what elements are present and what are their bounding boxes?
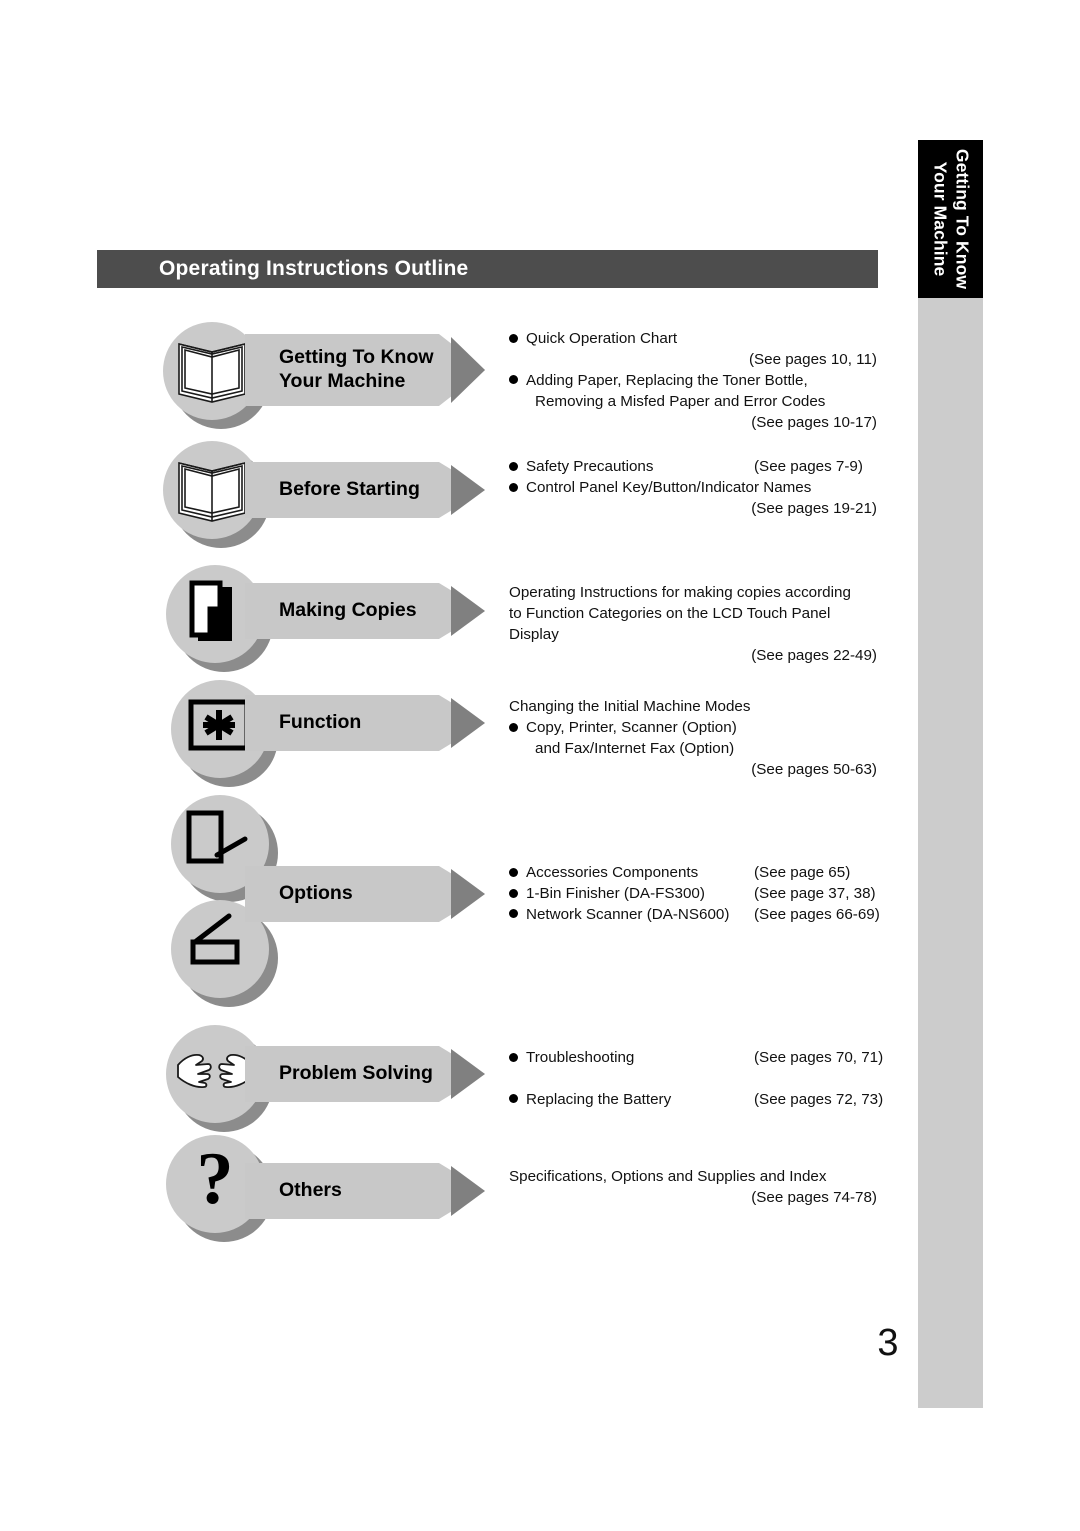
- description-text: Changing the Initial Machine Modes: [509, 698, 751, 715]
- description-text: Replacing the Battery: [526, 1090, 672, 1108]
- description-line: Control Panel Key/Button/Indicator Names: [509, 478, 877, 499]
- description-line: Changing the Initial Machine Modes: [509, 697, 877, 718]
- description-text: Safety Precautions: [526, 458, 654, 475]
- description-line: and Fax/Internet Fax (Option): [509, 739, 877, 760]
- description-line: Network Scanner (DA-NS600) (See pages 66-…: [509, 905, 880, 926]
- description-text: 1-Bin Finisher (DA-FS300): [526, 884, 705, 902]
- description-line: (See pages 19-21): [509, 499, 877, 520]
- bullet-icon: [509, 888, 518, 898]
- section-banner-function[interactable]: Function: [245, 695, 485, 751]
- section-label: Others: [279, 1179, 342, 1202]
- section-description-making-copies: Operating Instructions for making copies…: [509, 583, 877, 667]
- bullet-icon: [509, 461, 518, 471]
- section-description-options: Accessories Components (See page 65) 1-Bin…: [509, 863, 880, 926]
- section-banner-making-copies[interactable]: Making Copies: [245, 583, 485, 639]
- banner-arrow-icon: [451, 1163, 485, 1219]
- description-text: Troubleshooting: [526, 1049, 635, 1066]
- section-description-function: Changing the Initial Machine Modes Copy, …: [509, 697, 877, 781]
- banner-arrow-icon: [451, 462, 485, 518]
- description-line: Display: [509, 625, 877, 646]
- bullet-icon: [509, 867, 518, 877]
- description-line: Replacing the Battery (See pages 72, 73): [509, 1090, 883, 1111]
- banner-arrow-icon: [451, 1046, 485, 1102]
- section-banner-getting-to-know[interactable]: Getting To Know Your Machine: [245, 334, 485, 406]
- section-tab-line1: Getting To Know: [951, 148, 972, 290]
- document-page: Getting To Know Your Machine Operating I…: [0, 0, 1080, 1531]
- page-reference: (See pages 7-9): [754, 458, 863, 475]
- description-line: 1-Bin Finisher (DA-FS300) (See page 37, 3…: [509, 884, 877, 905]
- bullet-icon: [509, 722, 518, 732]
- description-line: (See pages 10-17): [509, 413, 877, 434]
- section-description-getting-to-know: Quick Operation Chart (See pages 10, 11) A…: [509, 329, 877, 434]
- description-line: Adding Paper, Replacing the Toner Bottle…: [509, 371, 877, 392]
- section-tab-line2: Your Machine: [929, 161, 950, 277]
- page-reference: (See pages 10-17): [751, 413, 877, 431]
- description-line: Quick Operation Chart: [509, 329, 877, 350]
- description-line: (See pages 22-49): [509, 646, 877, 667]
- section-label: Problem Solving: [279, 1062, 433, 1085]
- section-label: Function: [279, 711, 362, 734]
- page-reference: (See pages 19-21): [751, 499, 877, 517]
- description-text: Control Panel Key/Button/Indicator Names: [526, 478, 812, 496]
- section-label: Options: [279, 882, 353, 905]
- bullet-icon: [509, 482, 518, 492]
- description-line: Copy, Printer, Scanner (Option): [509, 718, 877, 739]
- description-text: Accessories Components: [526, 864, 699, 881]
- section-banner-problem-solving[interactable]: Problem Solving: [245, 1046, 485, 1102]
- page-reference: (See pages 70, 71): [754, 1049, 884, 1066]
- section-banner-before-starting[interactable]: Before Starting: [245, 462, 485, 518]
- section-description-problem-solving: Troubleshooting (See pages 70, 71) Replac…: [509, 1048, 883, 1111]
- banner-arrow-icon: [451, 695, 485, 751]
- page-reference: (See pages 22-49): [751, 646, 877, 664]
- banner-arrow-icon: [451, 334, 485, 406]
- description-line: [509, 1069, 877, 1090]
- section-edge-strip: [918, 298, 983, 1408]
- section-label: Getting To Know Your Machine: [279, 346, 434, 392]
- svg-text:?: ?: [197, 1138, 234, 1220]
- section-label: Before Starting: [279, 478, 420, 501]
- description-line: (See pages 50-63): [509, 760, 877, 781]
- description-text: and Fax/Internet Fax (Option): [535, 739, 735, 757]
- bullet-icon: [509, 333, 518, 343]
- description-line: Troubleshooting (See pages 70, 71): [509, 1048, 883, 1069]
- page-reference: (See pages 72, 73): [754, 1090, 884, 1108]
- banner-arrow-icon: [451, 583, 485, 639]
- section-tab-label: Getting To Know Your Machine: [928, 149, 973, 289]
- description-text: Removing a Misfed Paper and Error Codes: [535, 392, 826, 410]
- page-reference: (See pages 50-63): [751, 760, 877, 778]
- page-reference: (See page 37, 38): [754, 884, 876, 902]
- banner-arrow-icon: [451, 866, 485, 922]
- description-text: Operating Instructions for making copies…: [509, 584, 851, 601]
- description-line: to Function Categories on the LCD Touch …: [509, 604, 877, 625]
- description-text: Quick Operation Chart: [526, 330, 678, 347]
- page-reference: (See pages 10, 11): [748, 350, 877, 368]
- description-text: Specifications, Options and Supplies and…: [509, 1168, 827, 1185]
- section-label: Making Copies: [279, 599, 417, 622]
- description-line: (See pages 74-78): [509, 1188, 877, 1209]
- section-tab-getting-to-know: Getting To Know Your Machine: [918, 140, 983, 298]
- description-text: Network Scanner (DA-NS600): [526, 905, 730, 923]
- page-title: Operating Instructions Outline: [159, 257, 469, 280]
- section-description-before-starting: Safety Precautions (See pages 7-9) Control…: [509, 457, 877, 520]
- page-reference: (See page 65): [754, 864, 851, 881]
- page-number: 3: [877, 1322, 899, 1364]
- description-line: Accessories Components (See page 65): [509, 863, 877, 884]
- description-text: to Function Categories on the LCD Touch …: [509, 604, 831, 622]
- section-banner-options[interactable]: Options: [245, 866, 485, 922]
- page-reference: (See pages 74-78): [751, 1188, 877, 1206]
- page-header-band: Operating Instructions Outline: [97, 250, 878, 288]
- description-line: Removing a Misfed Paper and Error Codes: [509, 392, 877, 413]
- description-line: Safety Precautions (See pages 7-9): [509, 457, 877, 478]
- bullet-icon: [509, 1052, 518, 1062]
- description-text: Copy, Printer, Scanner (Option): [526, 718, 737, 736]
- description-line: (See pages 10, 11): [509, 350, 877, 371]
- description-line: Operating Instructions for making copies…: [509, 583, 877, 604]
- section-banner-others[interactable]: Others: [245, 1163, 485, 1219]
- description-text: Adding Paper, Replacing the Toner Bottle…: [526, 371, 808, 389]
- description-line: Specifications, Options and Supplies and…: [509, 1167, 877, 1188]
- page-reference: (See pages 66-69): [754, 905, 880, 923]
- description-text: Display: [509, 625, 559, 643]
- section-description-others: Specifications, Options and Supplies and…: [509, 1167, 877, 1209]
